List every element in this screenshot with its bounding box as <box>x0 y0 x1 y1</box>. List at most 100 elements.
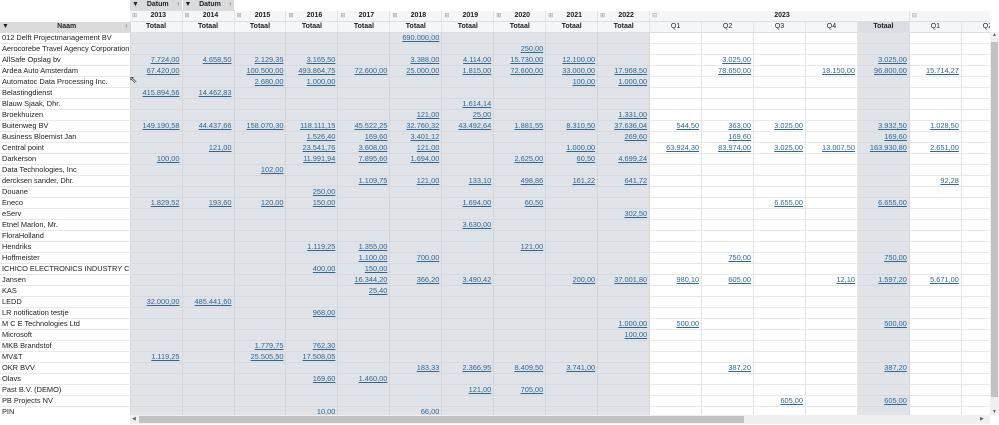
horizontal-scrollbar[interactable]: ◀ ▶ <box>130 415 990 424</box>
value-link[interactable]: 17.508,05 <box>303 352 336 361</box>
value-link[interactable]: 63.924,30 <box>666 143 699 152</box>
value-link[interactable]: 1.694,00 <box>411 154 440 163</box>
naam-column-header[interactable]: ▼ Naam ↑ <box>0 21 131 34</box>
value-link[interactable]: 121,00 <box>417 143 440 152</box>
value-link[interactable]: 1.000,00 <box>618 319 647 328</box>
value-link[interactable]: 750,00 <box>884 253 907 262</box>
value-link[interactable]: 158.070,30 <box>246 121 283 130</box>
filter-icon[interactable]: ▼ <box>2 22 9 32</box>
value-link[interactable]: 2.651,00 <box>930 143 959 152</box>
value-link[interactable]: 161,22 <box>573 176 596 185</box>
value-link[interactable]: 3.932,50 <box>878 121 907 130</box>
value-link[interactable]: 7.895,60 <box>359 154 388 163</box>
value-link[interactable]: 3.401,12 <box>411 132 440 141</box>
value-link[interactable]: 485.441,60 <box>195 297 232 306</box>
value-link[interactable]: 169,60 <box>365 132 388 141</box>
value-link[interactable]: 1.355,00 <box>359 242 388 251</box>
value-link[interactable]: 980,10 <box>676 275 699 284</box>
value-link[interactable]: 67.420,00 <box>147 66 180 75</box>
value-link[interactable]: 14.462,83 <box>199 88 232 97</box>
scroll-up-icon[interactable]: ▲ <box>992 32 997 38</box>
value-link[interactable]: 363,00 <box>728 121 751 130</box>
vertical-scroll-thumb[interactable] <box>991 42 998 397</box>
value-link[interactable]: 269,60 <box>625 132 648 141</box>
value-link[interactable]: 183,33 <box>417 363 440 372</box>
value-link[interactable]: 44.437,66 <box>199 121 232 130</box>
value-link[interactable]: 72.600,00 <box>510 66 543 75</box>
value-link[interactable]: 250,00 <box>521 44 544 53</box>
value-link[interactable]: 100,00 <box>157 154 180 163</box>
value-link[interactable]: 3.025,00 <box>878 55 907 64</box>
value-link[interactable]: 8.310,50 <box>566 121 595 130</box>
value-link[interactable]: 690.000,00 <box>402 33 439 42</box>
value-link[interactable]: 169,60 <box>728 132 751 141</box>
value-link[interactable]: 121,00 <box>209 143 232 152</box>
value-link[interactable]: 37.636,04 <box>614 121 647 130</box>
value-link[interactable]: 72.600,00 <box>354 66 387 75</box>
value-link[interactable]: 23.541,76 <box>303 143 336 152</box>
value-link[interactable]: 3.608,00 <box>359 143 388 152</box>
value-link[interactable]: 366,20 <box>417 275 440 284</box>
expand-icon[interactable]: ⊞ <box>392 11 397 21</box>
value-link[interactable]: 13.007,50 <box>822 143 855 152</box>
value-link[interactable]: 1.815,00 <box>462 66 491 75</box>
value-link[interactable]: 193,60 <box>209 198 232 207</box>
vertical-scrollbar[interactable]: ▲ ▼ <box>990 32 999 415</box>
expand-icon[interactable]: ⊞ <box>185 11 190 21</box>
filter-icon[interactable]: ▼ <box>132 0 139 10</box>
value-link[interactable]: 121,00 <box>417 176 440 185</box>
value-link[interactable]: 762,30 <box>313 341 336 350</box>
value-link[interactable]: 1.694,00 <box>462 198 491 207</box>
value-link[interactable]: 12,10 <box>836 275 855 284</box>
value-link[interactable]: 1.779,75 <box>255 341 284 350</box>
value-link[interactable]: 32.760,32 <box>406 121 439 130</box>
year-header-next[interactable]: ⊟ <box>909 10 990 23</box>
value-link[interactable]: 400,00 <box>313 264 336 273</box>
value-link[interactable]: 149.190,58 <box>143 121 180 130</box>
value-link[interactable]: 7.724,00 <box>151 55 180 64</box>
year-header-2013[interactable]: ⊞ 2013 <box>130 10 183 23</box>
value-link[interactable]: 700,00 <box>417 253 440 262</box>
value-link[interactable]: 500,00 <box>884 319 907 328</box>
value-link[interactable]: 150,00 <box>313 198 336 207</box>
scroll-right-icon[interactable]: ▶ <box>980 416 984 422</box>
expand-icon[interactable]: ⊞ <box>132 11 137 21</box>
value-link[interactable]: 25,00 <box>473 110 492 119</box>
value-link[interactable]: 100,00 <box>625 330 648 339</box>
sort-icon[interactable]: ↑ <box>177 0 180 10</box>
value-link[interactable]: 83.974,00 <box>718 143 751 152</box>
year-header-2018[interactable]: ⊞ 2018 <box>389 10 443 23</box>
scroll-left-icon[interactable]: ◀ <box>132 416 136 422</box>
value-link[interactable]: 605,00 <box>728 275 751 284</box>
value-link[interactable]: 10,00 <box>317 407 336 415</box>
value-link[interactable]: 18.150,00 <box>822 66 855 75</box>
value-link[interactable]: 121,00 <box>521 242 544 251</box>
value-link[interactable]: 250,00 <box>313 187 336 196</box>
expand-icon[interactable]: ⊞ <box>237 11 242 21</box>
sort-icon[interactable]: ↑ <box>229 0 232 10</box>
value-link[interactable]: 1.028,50 <box>930 121 959 130</box>
value-link[interactable]: 45.522,25 <box>354 121 387 130</box>
value-link[interactable]: 3.165,50 <box>307 55 336 64</box>
expand-icon[interactable]: ⊞ <box>288 11 293 21</box>
value-link[interactable]: 387,20 <box>884 363 907 372</box>
value-link[interactable]: 3.025,00 <box>774 143 803 152</box>
value-link[interactable]: 6.655,00 <box>774 198 803 207</box>
value-link[interactable]: 1.119,25 <box>151 352 179 361</box>
collapse-icon[interactable]: ⊟ <box>652 11 657 21</box>
value-link[interactable]: 102,00 <box>261 165 284 174</box>
filter-datum-1[interactable]: ▼ Datum ↑ <box>130 0 183 12</box>
value-link[interactable]: 3.025,00 <box>774 121 803 130</box>
value-link[interactable]: 133,10 <box>469 176 492 185</box>
value-link[interactable]: 605,00 <box>884 396 907 405</box>
value-link[interactable]: 92,28 <box>940 176 959 185</box>
value-link[interactable]: 1.614,14 <box>462 99 491 108</box>
value-link[interactable]: 605,00 <box>780 396 803 405</box>
value-link[interactable]: 25,40 <box>369 286 388 295</box>
value-link[interactable]: 500,00 <box>676 319 699 328</box>
year-header-2023[interactable]: ⊟ 2023 <box>649 10 910 23</box>
value-link[interactable]: 163.930,80 <box>870 143 907 152</box>
value-link[interactable]: 78.650,00 <box>718 66 751 75</box>
value-link[interactable]: 1.881,55 <box>514 121 543 130</box>
value-link[interactable]: 15.714,27 <box>926 66 959 75</box>
